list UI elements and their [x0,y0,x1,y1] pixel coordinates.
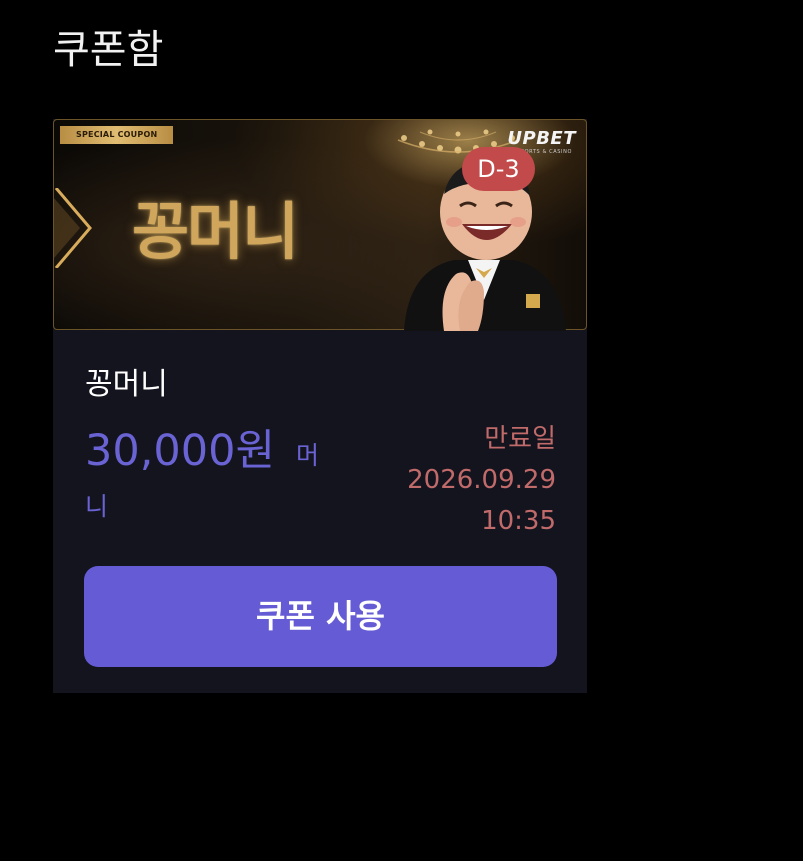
page-title: 쿠폰함 [53,27,164,73]
chevron-right-icon [54,188,92,268]
coupon-name: 꽁머니 [85,367,168,402]
expiry-date: 2026.09.29 [407,465,556,495]
brand-logo: UPBET [507,128,576,149]
coupon-amount: 30,000원 [85,426,276,476]
coupon-unit-label: 머 [296,441,320,470]
special-coupon-tag: SPECIAL COUPON [60,126,174,144]
coupon-unit-label-wrap: 니 [85,492,109,521]
coupon-card: SPECIAL COUPON 꽁머니 UPBET SPORTS & CASINO… [53,119,587,693]
expiry-time: 10:35 [481,506,556,536]
expiry-label: 만료일 [484,424,556,454]
dday-badge: D-3 [462,147,535,191]
expiry-info: 만료일 2026.09.29 10:35 [407,419,556,542]
banner-title: 꽁머니 [132,195,299,268]
use-coupon-button[interactable]: 쿠폰 사용 [84,566,557,667]
coupon-banner: SPECIAL COUPON 꽁머니 UPBET SPORTS & CASINO… [53,119,587,331]
